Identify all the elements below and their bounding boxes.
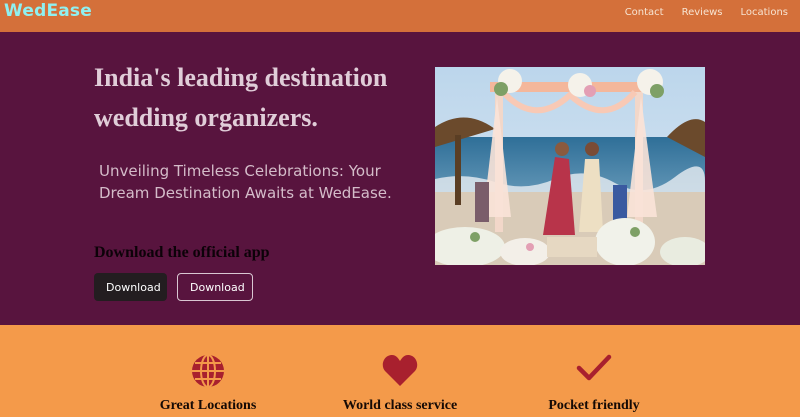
hero-headline: India's leading destination wedding orga… — [94, 63, 388, 132]
heart-icon — [382, 355, 418, 386]
globe-icon — [192, 354, 224, 388]
hero-subtitle: Unveiling Timeless Celebrations: Your Dr… — [99, 162, 392, 202]
nav-link-contact[interactable]: Contact — [625, 7, 664, 18]
feature-title: World class service — [342, 398, 458, 413]
apple-download-label: Download — [106, 280, 161, 294]
nav-link-locations[interactable]: Locations — [740, 7, 788, 18]
checkmark-icon — [576, 354, 612, 381]
nav-link-reviews[interactable]: Reviews — [682, 7, 723, 18]
brand-logo[interactable]: WedEase — [4, 1, 92, 21]
wedding-photo — [435, 67, 705, 265]
feature-title: Great Locations — [159, 398, 257, 413]
app-download-heading: Download the official app — [94, 244, 270, 261]
apple-download-button[interactable]: Download — [94, 273, 167, 301]
google-play-download-label: Download — [190, 280, 245, 294]
navbar: WedEase Contact Reviews Locations — [0, 0, 800, 32]
hero-section: India's leading destination wedding orga… — [0, 32, 800, 325]
nav-links: Contact Reviews Locations — [625, 7, 788, 18]
google-play-download-button[interactable]: Download — [177, 273, 253, 301]
features-section: Great Locations World class service Pock… — [0, 325, 800, 417]
feature-title: Pocket friendly — [548, 398, 640, 413]
